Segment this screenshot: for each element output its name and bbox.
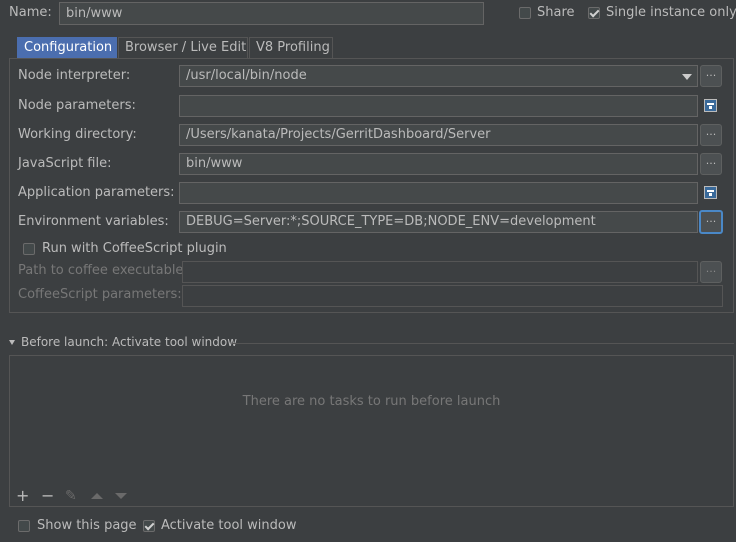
environment-variables-input[interactable]: DEBUG=Server:*;SOURCE_TYPE=DB;NODE_ENV=d…: [179, 211, 698, 233]
name-label: Name:: [9, 5, 52, 20]
before-launch-title[interactable]: Before launch: Activate tool window: [21, 334, 237, 350]
expand-field-icon[interactable]: [704, 186, 717, 199]
coffeescript-checkbox[interactable]: [23, 243, 35, 255]
tab-v8-profiling[interactable]: V8 Profiling: [249, 37, 333, 58]
coffee-path-input[interactable]: [182, 261, 698, 283]
coffee-path-label: Path to coffee executable:: [18, 263, 188, 278]
working-directory-input[interactable]: /Users/kanata/Projects/GerritDashboard/S…: [179, 124, 698, 146]
node-interpreter-label: Node interpreter:: [18, 68, 131, 83]
show-page-checkbox[interactable]: [18, 520, 30, 532]
remove-icon[interactable]: −: [41, 488, 54, 504]
node-parameters-input[interactable]: [179, 95, 698, 117]
expand-field-icon[interactable]: [704, 99, 717, 112]
single-instance-label: Single instance only: [606, 5, 736, 20]
add-icon[interactable]: +: [16, 488, 29, 504]
move-up-icon[interactable]: [91, 493, 103, 499]
coffee-params-input[interactable]: [182, 285, 723, 307]
collapse-triangle-icon[interactable]: [9, 340, 15, 345]
name-input[interactable]: bin/www: [59, 2, 484, 25]
single-instance-checkbox[interactable]: [588, 7, 600, 19]
share-label: Share: [537, 5, 575, 20]
application-parameters-label: Application parameters:: [18, 185, 175, 200]
javascript-file-input[interactable]: bin/www: [179, 153, 698, 175]
show-page-label: Show this page: [37, 518, 137, 533]
move-down-icon[interactable]: [115, 493, 127, 499]
edit-icon[interactable]: ✎: [65, 488, 77, 504]
tab-configuration[interactable]: Configuration: [17, 37, 117, 58]
node-parameters-label: Node parameters:: [18, 98, 136, 113]
environment-variables-label: Environment variables:: [18, 214, 169, 229]
working-directory-browse-button[interactable]: ...: [700, 124, 722, 146]
tab-browser-live-edit[interactable]: Browser / Live Edit: [118, 37, 248, 58]
javascript-file-browse-button[interactable]: ...: [700, 153, 722, 175]
javascript-file-label: JavaScript file:: [18, 156, 112, 171]
activate-tool-label: Activate tool window: [161, 518, 297, 533]
activate-tool-checkbox[interactable]: [143, 520, 155, 532]
node-interpreter-dropdown[interactable]: [677, 65, 698, 87]
node-interpreter-browse-button[interactable]: ...: [700, 65, 722, 87]
share-checkbox[interactable]: [519, 7, 531, 19]
application-parameters-input[interactable]: [179, 182, 698, 204]
before-launch-separator: [232, 343, 734, 344]
working-directory-label: Working directory:: [18, 127, 137, 142]
coffee-path-browse-button[interactable]: ...: [700, 261, 722, 283]
coffeescript-label: Run with CoffeeScript plugin: [42, 241, 227, 256]
coffee-params-label: CoffeeScript parameters:: [18, 287, 182, 302]
before-launch-empty-text: There are no tasks to run before launch: [242, 394, 501, 409]
node-interpreter-select[interactable]: /usr/local/bin/node: [179, 65, 679, 87]
environment-variables-browse-button[interactable]: ...: [699, 210, 723, 234]
chevron-down-icon: [682, 74, 692, 80]
before-launch-task-list[interactable]: There are no tasks to run before launch: [9, 355, 734, 507]
